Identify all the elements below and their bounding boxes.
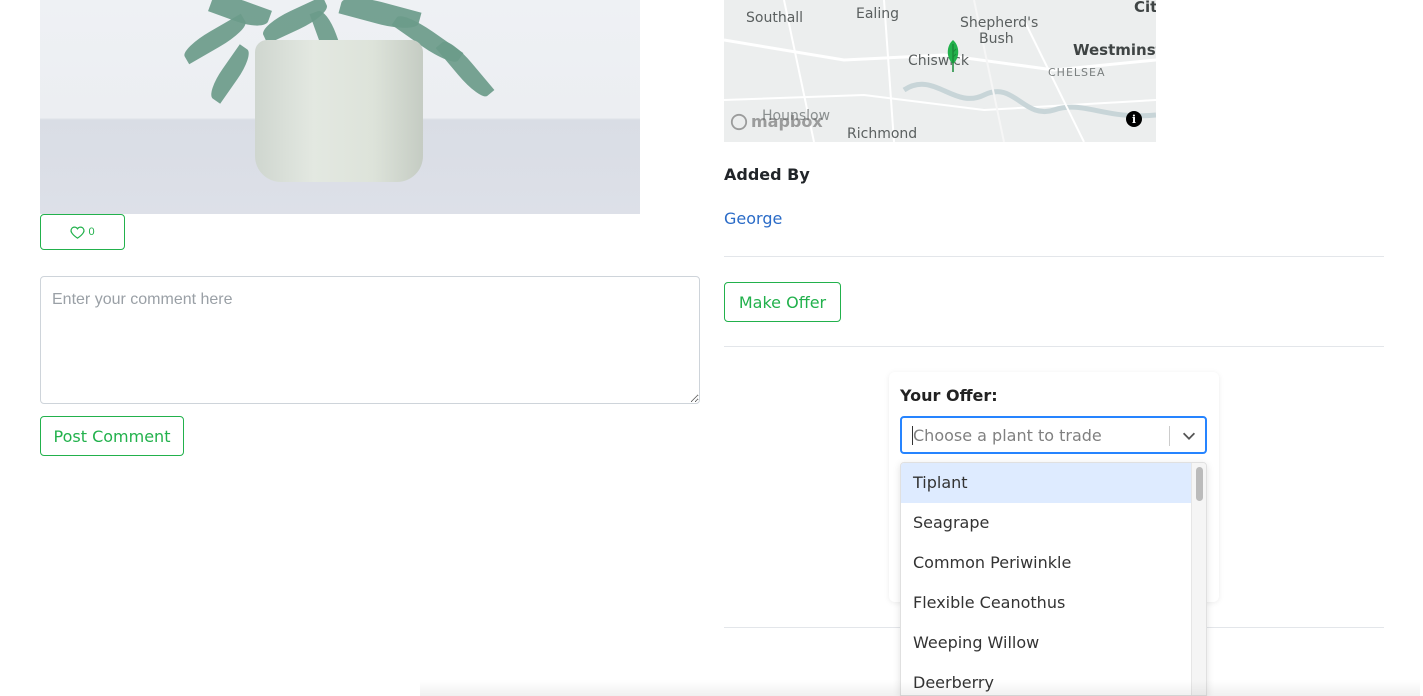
option-tiplant[interactable]: Tiplant: [901, 463, 1193, 503]
plant-options-menu[interactable]: Tiplant Seagrape Common Periwinkle Flexi…: [900, 462, 1207, 696]
map-label-bush: Bush: [979, 31, 1014, 47]
mapbox-icon: [730, 113, 748, 130]
heart-icon: [70, 226, 85, 239]
menu-scrollbar[interactable]: [1191, 463, 1206, 695]
plant-select[interactable]: Choose a plant to trade: [900, 416, 1207, 454]
map-label-chelsea: CHELSEA: [1048, 66, 1106, 79]
map-label-shepherds: Shepherd's: [960, 15, 1039, 31]
plant-photo: [40, 0, 640, 214]
select-separator: [1169, 426, 1170, 446]
added-by-heading: Added By: [724, 165, 810, 184]
map-label-richmond: Richmond: [847, 126, 918, 142]
option-common-periwinkle[interactable]: Common Periwinkle: [901, 543, 1193, 583]
your-offer-label: Your Offer:: [900, 386, 998, 405]
map-label-ealing: Ealing: [856, 6, 899, 22]
location-map[interactable]: Southall Ealing Shepherd's Bush Cit West…: [724, 0, 1156, 142]
map-info-button[interactable]: i: [1126, 111, 1142, 127]
leaf-marker-icon[interactable]: [945, 40, 961, 72]
like-count: 0: [88, 226, 95, 238]
menu-scrollbar-thumb[interactable]: [1196, 467, 1203, 501]
owner-link[interactable]: George: [724, 209, 782, 228]
map-label-westminster: Westminste: [1073, 41, 1156, 59]
option-weeping-willow[interactable]: Weeping Willow: [901, 623, 1193, 663]
option-flexible-ceanothus[interactable]: Flexible Ceanothus: [901, 583, 1193, 623]
post-comment-button[interactable]: Post Comment: [40, 416, 184, 456]
mapbox-logo[interactable]: mapbox: [730, 112, 823, 131]
map-label-city: Cit: [1134, 0, 1156, 16]
bottom-shadow: [420, 680, 1420, 696]
divider: [724, 256, 1384, 257]
chevron-down-icon[interactable]: [1180, 427, 1198, 445]
like-button[interactable]: 0: [40, 214, 125, 250]
comment-input[interactable]: [40, 276, 700, 404]
select-placeholder: Choose a plant to trade: [912, 426, 1102, 445]
divider: [724, 346, 1384, 347]
map-label-southall: Southall: [746, 10, 804, 26]
option-seagrape[interactable]: Seagrape: [901, 503, 1193, 543]
make-offer-button[interactable]: Make Offer: [724, 282, 841, 322]
